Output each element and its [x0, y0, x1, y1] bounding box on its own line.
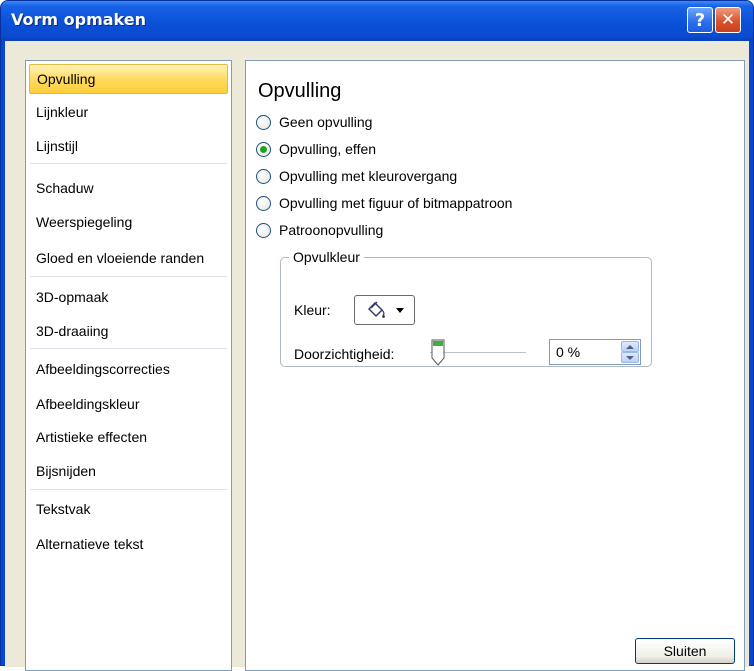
transparency-label: Doorzichtigheid:	[294, 346, 395, 362]
nav-separator	[30, 489, 227, 490]
option-patroonopvulling[interactable]: Patroonopvulling	[256, 220, 383, 240]
chevron-down-icon	[396, 307, 405, 313]
option-label: Opvulling, effen	[279, 141, 377, 157]
paint-bucket-icon	[367, 301, 385, 318]
option-label: Opvulling met figuur of bitmappatroon	[279, 195, 513, 211]
transparency-slider-thumb[interactable]	[431, 339, 445, 366]
nav-separator	[30, 163, 227, 164]
panel-title: Opvulling	[258, 80, 342, 102]
window-title: Vorm opmaken	[11, 10, 146, 29]
nav-item-afbeeldingscorrecties[interactable]: Afbeeldingscorrecties	[29, 354, 228, 384]
color-label: Kleur:	[294, 302, 331, 318]
option-label: Geen opvulling	[279, 114, 373, 130]
nav-item-afbeeldingskleur[interactable]: Afbeeldingskleur	[29, 389, 228, 419]
dialog-client: Opvulling Lijnkleur Lijnstijl Schaduw We…	[5, 41, 749, 671]
nav-item-gloed[interactable]: Gloed en vloeiende randen	[29, 243, 228, 273]
nav-item-weerspiegeling[interactable]: Weerspiegeling	[29, 207, 228, 237]
nav-item-3d-draaiing[interactable]: 3D-draaiing	[29, 316, 228, 346]
nav-item-bijsnijden[interactable]: Bijsnijden	[29, 456, 228, 486]
color-picker-button[interactable]	[354, 295, 415, 325]
nav-separator	[30, 348, 227, 349]
radio-selected-dot	[260, 145, 267, 153]
category-list: Opvulling Lijnkleur Lijnstijl Schaduw We…	[25, 60, 232, 671]
close-button[interactable]: Sluiten	[635, 638, 735, 664]
group-label: Opvulkleur	[289, 249, 364, 265]
fill-panel: Opvulling Geen opvulling Opvulling, effe…	[245, 60, 745, 671]
option-label: Patroonopvulling	[279, 222, 384, 238]
radio-button[interactable]	[256, 195, 271, 211]
nav-item-alternatieve-tekst[interactable]: Alternatieve tekst	[29, 529, 228, 559]
radio-button[interactable]	[256, 222, 271, 238]
close-icon[interactable]: ✕	[715, 7, 741, 33]
chevron-up-icon	[626, 344, 634, 349]
spin-down-button[interactable]	[621, 352, 639, 363]
transparency-value[interactable]: 0 %	[556, 344, 580, 360]
nav-item-opvulling[interactable]: Opvulling	[29, 64, 228, 94]
chevron-down-icon	[626, 355, 634, 360]
nav-item-schaduw[interactable]: Schaduw	[29, 173, 228, 203]
option-figuur-bitmappatroon[interactable]: Opvulling met figuur of bitmappatroon	[256, 193, 512, 213]
help-icon[interactable]: ?	[687, 7, 713, 33]
nav-item-artistieke-effecten[interactable]: Artistieke effecten	[29, 422, 228, 452]
radio-button[interactable]	[256, 114, 271, 130]
radio-button[interactable]	[256, 141, 271, 157]
title-bar[interactable]: Vorm opmaken ? ✕	[1, 1, 753, 41]
nav-item-lijnkleur[interactable]: Lijnkleur	[29, 97, 228, 127]
nav-item-tekstvak[interactable]: Tekstvak	[29, 494, 228, 524]
spin-up-button[interactable]	[621, 341, 639, 352]
dialog-window: Vorm opmaken ? ✕ Opvulling Lijnkleur Lij…	[0, 0, 754, 671]
option-opvulling-effen[interactable]: Opvulling, effen	[256, 139, 376, 159]
transparency-spinner[interactable]: 0 %	[549, 339, 641, 365]
option-label: Opvulling met kleurovergang	[279, 168, 458, 184]
nav-separator	[30, 276, 227, 277]
nav-item-lijnstijl[interactable]: Lijnstijl	[29, 131, 228, 161]
spinner-buttons	[621, 341, 639, 363]
radio-button[interactable]	[256, 168, 271, 184]
nav-item-3d-opmaak[interactable]: 3D-opmaak	[29, 282, 228, 312]
option-kleurovergang[interactable]: Opvulling met kleurovergang	[256, 166, 457, 186]
option-geen-opvulling[interactable]: Geen opvulling	[256, 112, 372, 132]
